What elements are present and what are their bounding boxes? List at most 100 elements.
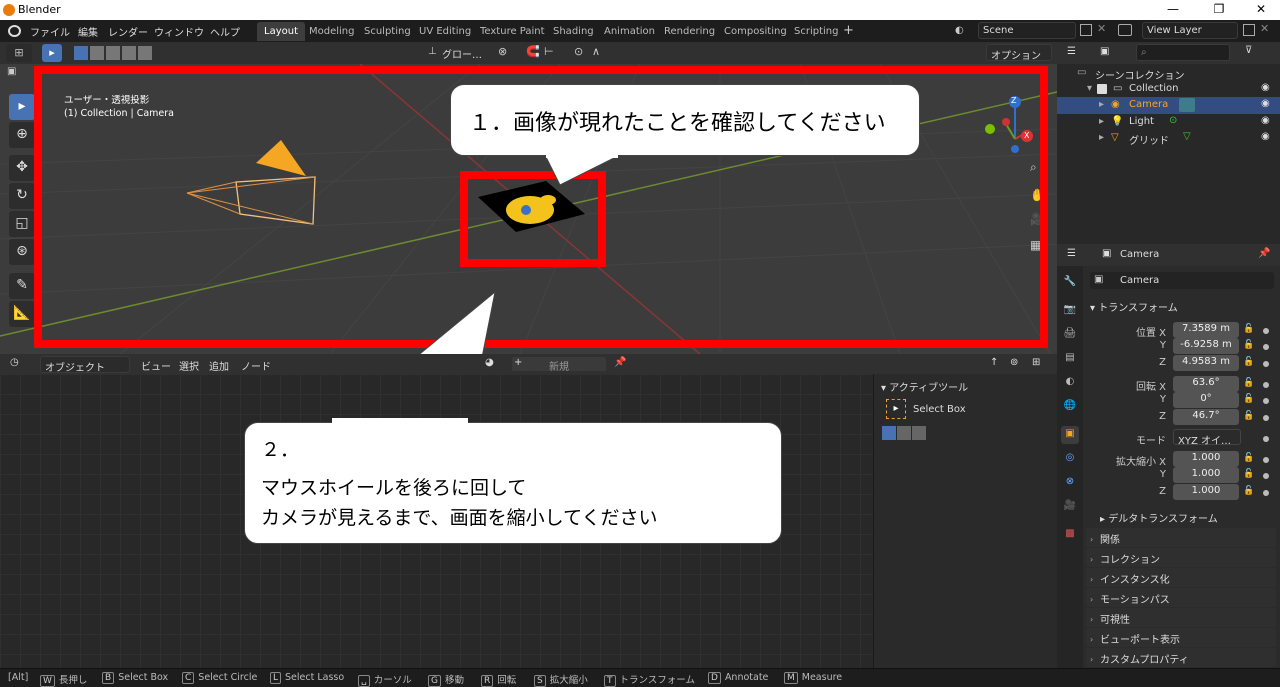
pin-icon[interactable]: 📌 [1258, 248, 1270, 259]
key-cap: ␣ [358, 675, 370, 687]
section-viewport-display[interactable]: ビューポート表示 [1086, 628, 1276, 647]
section-motion-paths[interactable]: モーションパス [1086, 588, 1276, 607]
expand-arrow-icon[interactable]: ▸ [1099, 132, 1104, 143]
keyframe-dot-icon[interactable] [1263, 361, 1269, 367]
lock-icon[interactable]: 🔓 [1243, 340, 1255, 352]
view-layer-tab-icon[interactable]: ▤ [1061, 350, 1079, 368]
parent-node-icon[interactable]: ↑ [990, 357, 998, 368]
visibility-eye-icon[interactable]: ◉ [1261, 82, 1270, 93]
location-y-field[interactable]: -6.9258 m [1173, 338, 1239, 354]
location-z-label: Z [1159, 357, 1166, 368]
hint-label: トランスフォーム [619, 675, 696, 686]
outliner-collection[interactable]: ▾ ▭ Collection ◉ [1057, 81, 1280, 98]
callout-zoom-out: ２． マウスホイールを後ろに回して カメラが見えるまで、画面を縮小してください [244, 422, 782, 544]
node-menu-add[interactable]: 追加 [209, 358, 229, 373]
tool-mode-subtract-icon[interactable] [912, 426, 926, 440]
outliner-editor-icon[interactable]: ☰ [1067, 46, 1076, 57]
expand-arrow-icon[interactable]: ▸ [1099, 116, 1104, 127]
keyframe-dot-icon[interactable] [1263, 398, 1269, 404]
filter-icon[interactable]: ⊽ [1245, 45, 1252, 56]
lock-icon[interactable]: 🔓 [1243, 486, 1255, 498]
outliner-scene-collection[interactable]: ▭ シーンコレクション [1057, 65, 1280, 82]
section-instancing[interactable]: インスタンス化 [1086, 568, 1276, 587]
section-collections[interactable]: コレクション [1086, 548, 1276, 567]
lock-icon[interactable]: 🔓 [1243, 394, 1255, 406]
keyframe-dot-icon[interactable] [1263, 382, 1269, 388]
callout-2-tail-mask [332, 418, 468, 426]
hint-label: 拡大縮小 [549, 675, 588, 686]
visibility-eye-icon[interactable]: ◉ [1261, 115, 1270, 126]
keyframe-dot-icon[interactable] [1263, 415, 1269, 421]
scale-z-field[interactable]: 1.000 [1173, 484, 1239, 500]
visibility-eye-icon[interactable]: ◉ [1261, 131, 1270, 142]
object-type-icon: ▣ [1094, 274, 1104, 285]
outliner-light[interactable]: ▸ 💡 Light ⊙ ◉ [1057, 114, 1280, 131]
display-mode-icon[interactable]: ▣ [1100, 46, 1109, 57]
light-data-icon[interactable]: ⊙ [1169, 115, 1177, 126]
expand-arrow-icon[interactable]: ▸ [1099, 99, 1104, 110]
keyframe-dot-icon[interactable] [1263, 457, 1269, 463]
output-tab-icon[interactable]: 🖨 [1061, 326, 1079, 344]
keyframe-dot-icon[interactable] [1263, 473, 1269, 479]
tool-mode-new-icon[interactable] [882, 426, 896, 440]
section-custom-properties[interactable]: カスタムプロパティ [1086, 648, 1276, 667]
keyframe-dot-icon[interactable] [1263, 490, 1269, 496]
location-z-field[interactable]: 4.9583 m [1173, 355, 1239, 371]
world-icon[interactable]: ◕ [485, 357, 494, 368]
node-editor-type-icon[interactable]: ◷ [10, 357, 19, 368]
section-visibility[interactable]: 可視性 [1086, 608, 1276, 627]
select-box-tool-icon[interactable]: ▸ [886, 399, 906, 419]
scene-tab-icon[interactable]: ◐ [1061, 374, 1079, 392]
new-material-button[interactable]: 新規 [512, 357, 606, 373]
node-menu-select[interactable]: 選択 [179, 358, 199, 373]
hint-label: Annotate [724, 672, 769, 683]
lock-icon[interactable]: 🔓 [1243, 357, 1255, 369]
lock-icon[interactable]: 🔓 [1243, 411, 1255, 423]
lock-icon[interactable]: 🔓 [1243, 469, 1255, 481]
snap-node-icon[interactable]: ⊚ [1010, 357, 1018, 368]
keyframe-dot-icon[interactable] [1263, 436, 1269, 442]
tool-mode-extend-icon[interactable] [897, 426, 911, 440]
rotation-mode-dropdown[interactable]: XYZ オイ… [1173, 429, 1241, 447]
outliner-grid[interactable]: ▸ ▽ グリッド ▽ ◉ [1057, 130, 1280, 147]
constraints-tab-icon[interactable]: ⊗ [1061, 474, 1079, 492]
callout-1-tail-mask [546, 150, 618, 158]
properties-editor-icon[interactable]: ☰ [1067, 248, 1076, 259]
outliner-search-input[interactable]: ⌕ [1136, 44, 1230, 61]
section-relations[interactable]: 関係 [1086, 528, 1276, 547]
object-name-field[interactable]: ▣ Camera [1090, 272, 1274, 289]
world-tab-icon[interactable]: 🌐 [1061, 398, 1079, 416]
texture-tab-icon[interactable]: ▩ [1061, 526, 1079, 544]
tool-tab-icon[interactable]: 🔧 [1061, 274, 1079, 292]
location-x-field[interactable]: 7.3589 m [1173, 322, 1239, 338]
collapse-arrow-icon[interactable]: ▾ [1087, 83, 1092, 94]
keyframe-dot-icon[interactable] [1263, 328, 1269, 334]
physics-tab-icon[interactable]: ◎ [1061, 450, 1079, 468]
keyframe-dot-icon[interactable] [1263, 344, 1269, 350]
checkbox-icon[interactable] [1097, 84, 1107, 94]
rotation-y-field[interactable]: 0° [1173, 392, 1239, 408]
lock-icon[interactable]: 🔓 [1243, 324, 1255, 336]
scale-x-field[interactable]: 1.000 [1173, 451, 1239, 467]
camera-data-icon[interactable] [1179, 98, 1195, 112]
rotation-x-field[interactable]: 63.6° [1173, 376, 1239, 392]
mesh-data-icon[interactable]: ▽ [1183, 131, 1191, 142]
lock-icon[interactable]: 🔓 [1243, 378, 1255, 390]
node-snap-mode-icon[interactable]: ⊞ [1032, 357, 1040, 368]
pin-icon[interactable]: 📌 [614, 357, 626, 368]
object-mode-dropdown[interactable]: オブジェクト [40, 356, 130, 374]
lock-icon[interactable]: 🔓 [1243, 453, 1255, 465]
outliner-camera[interactable]: ▸ ◉ Camera ◉ [1057, 97, 1280, 114]
node-menu-view[interactable]: ビュー [141, 358, 171, 373]
key-cap: R [481, 675, 494, 687]
visibility-eye-icon[interactable]: ◉ [1261, 98, 1270, 109]
object-tab-icon[interactable]: ▣ [1061, 426, 1079, 444]
render-tab-icon[interactable]: 📷 [1061, 302, 1079, 320]
transform-section-header[interactable]: ▾ トランスフォーム [1090, 299, 1178, 314]
data-tab-icon[interactable]: 🎥 [1061, 498, 1079, 516]
rotation-y-label: Y [1159, 394, 1166, 405]
node-menu-node[interactable]: ノード [241, 358, 271, 373]
scale-y-field[interactable]: 1.000 [1173, 467, 1239, 483]
rotation-z-field[interactable]: 46.7° [1173, 409, 1239, 425]
delta-transform-header[interactable]: ▸ デルタトランスフォーム [1100, 510, 1218, 525]
